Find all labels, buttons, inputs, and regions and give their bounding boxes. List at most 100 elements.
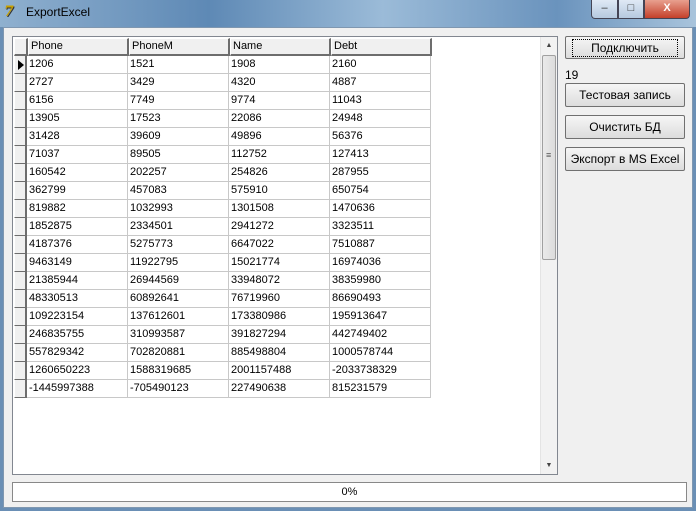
cell-debt[interactable]: 16974036 [330, 254, 431, 272]
table-row[interactable]: 71037 89505 112752 127413 [14, 146, 431, 164]
cell-name[interactable]: 2001157488 [229, 362, 330, 380]
table-row[interactable]: 2727 3429 4320 4887 [14, 74, 431, 92]
row-indicator[interactable] [14, 344, 27, 362]
current-row-indicator-icon[interactable] [14, 56, 27, 74]
cell-debt[interactable]: 2160 [330, 56, 431, 74]
cell-phone[interactable]: -1445997388 [27, 380, 128, 398]
cell-phonem[interactable]: 202257 [128, 164, 229, 182]
table-row[interactable]: 4187376 5275773 6647022 7510887 [14, 236, 431, 254]
table-row[interactable]: 1260650223 1588319685 2001157488 -203373832… [14, 362, 431, 380]
cell-name[interactable]: 76719960 [229, 290, 330, 308]
scroll-up-arrow-icon[interactable]: ▲ [541, 37, 557, 54]
cell-debt[interactable]: 86690493 [330, 290, 431, 308]
cell-phone[interactable]: 21385944 [27, 272, 128, 290]
column-header-phone[interactable]: Phone [28, 38, 129, 56]
vertical-scrollbar[interactable]: ▲ ≡ ▼ [540, 37, 557, 474]
table-row[interactable]: -1445997388 -705490123 227490638 815231579 [14, 380, 431, 398]
cell-debt[interactable]: 4887 [330, 74, 431, 92]
table-row[interactable]: 246835755 310993587 391827294 442749402 [14, 326, 431, 344]
cell-debt[interactable]: 1470636 [330, 200, 431, 218]
cell-phonem[interactable]: 5275773 [128, 236, 229, 254]
cell-phone[interactable]: 31428 [27, 128, 128, 146]
cell-phone[interactable]: 4187376 [27, 236, 128, 254]
cell-name[interactable]: 391827294 [229, 326, 330, 344]
cell-phonem[interactable]: 1032993 [128, 200, 229, 218]
row-indicator[interactable] [14, 290, 27, 308]
row-indicator[interactable] [14, 326, 27, 344]
close-button[interactable]: X [644, 0, 690, 19]
cell-phonem[interactable]: 310993587 [128, 326, 229, 344]
column-header-phonem[interactable]: PhoneM [129, 38, 230, 56]
cell-phone[interactable]: 1260650223 [27, 362, 128, 380]
cell-phone[interactable]: 48330513 [27, 290, 128, 308]
cell-phonem[interactable]: 17523 [128, 110, 229, 128]
table-row[interactable]: 557829342 702820881 885498804 1000578744 [14, 344, 431, 362]
cell-name[interactable]: 9774 [229, 92, 330, 110]
cell-name[interactable]: 575910 [229, 182, 330, 200]
table-row[interactable]: 362799 457083 575910 650754 [14, 182, 431, 200]
cell-phonem[interactable]: 457083 [128, 182, 229, 200]
cell-phone[interactable]: 13905 [27, 110, 128, 128]
cell-name[interactable]: 112752 [229, 146, 330, 164]
test-record-button[interactable]: Тестовая запись [565, 83, 685, 107]
cell-debt[interactable]: 650754 [330, 182, 431, 200]
cell-name[interactable]: 2941272 [229, 218, 330, 236]
cell-phonem[interactable]: 2334501 [128, 218, 229, 236]
table-row[interactable]: 819882 1032993 1301508 1470636 [14, 200, 431, 218]
cell-phonem[interactable]: 60892641 [128, 290, 229, 308]
cell-phone[interactable]: 6156 [27, 92, 128, 110]
row-indicator[interactable] [14, 200, 27, 218]
cell-phonem[interactable]: 1521 [128, 56, 229, 74]
cell-phonem[interactable]: 26944569 [128, 272, 229, 290]
cell-name[interactable]: 173380986 [229, 308, 330, 326]
table-row[interactable]: 160542 202257 254826 287955 [14, 164, 431, 182]
cell-phonem[interactable]: 137612601 [128, 308, 229, 326]
cell-phone[interactable]: 109223154 [27, 308, 128, 326]
cell-debt[interactable]: -2033738329 [330, 362, 431, 380]
cell-debt[interactable]: 287955 [330, 164, 431, 182]
row-indicator[interactable] [14, 164, 27, 182]
cell-phonem[interactable]: 3429 [128, 74, 229, 92]
connect-button[interactable]: Подключить [565, 36, 685, 59]
row-indicator[interactable] [14, 308, 27, 326]
scroll-down-arrow-icon[interactable]: ▼ [541, 457, 557, 474]
cell-phone[interactable]: 2727 [27, 74, 128, 92]
row-indicator[interactable] [14, 218, 27, 236]
cell-name[interactable]: 15021774 [229, 254, 330, 272]
cell-name[interactable]: 33948072 [229, 272, 330, 290]
cell-phone[interactable]: 819882 [27, 200, 128, 218]
title-bar[interactable]: 7 ExportExcel – □ X [0, 0, 696, 27]
maximize-button[interactable]: □ [618, 0, 644, 19]
minimize-button[interactable]: – [591, 0, 618, 19]
cell-phone[interactable]: 362799 [27, 182, 128, 200]
column-header-debt[interactable]: Debt [331, 38, 432, 56]
table-row[interactable]: 6156 7749 9774 11043 [14, 92, 431, 110]
cell-name[interactable]: 885498804 [229, 344, 330, 362]
cell-phone[interactable]: 557829342 [27, 344, 128, 362]
table-row[interactable]: 31428 39609 49896 56376 [14, 128, 431, 146]
cell-debt[interactable]: 127413 [330, 146, 431, 164]
table-row[interactable]: 13905 17523 22086 24948 [14, 110, 431, 128]
row-indicator[interactable] [14, 254, 27, 272]
cell-debt[interactable]: 11043 [330, 92, 431, 110]
row-indicator[interactable] [14, 146, 27, 164]
cell-phonem[interactable]: 702820881 [128, 344, 229, 362]
cell-debt[interactable]: 3323511 [330, 218, 431, 236]
cell-phone[interactable]: 71037 [27, 146, 128, 164]
row-indicator[interactable] [14, 74, 27, 92]
row-indicator[interactable] [14, 182, 27, 200]
row-indicator[interactable] [14, 272, 27, 290]
row-indicator[interactable] [14, 380, 27, 398]
cell-phone[interactable]: 9463149 [27, 254, 128, 272]
data-grid[interactable]: Phone PhoneM Name Debt 1206 1521 1908 2160 2727… [12, 36, 558, 475]
cell-phonem[interactable]: 11922795 [128, 254, 229, 272]
cell-phone[interactable]: 1206 [27, 56, 128, 74]
column-header-name[interactable]: Name [230, 38, 331, 56]
cell-phonem[interactable]: 39609 [128, 128, 229, 146]
cell-phonem[interactable]: 1588319685 [128, 362, 229, 380]
clear-db-button[interactable]: Очистить БД [565, 115, 685, 139]
row-indicator[interactable] [14, 128, 27, 146]
scroll-thumb[interactable]: ≡ [542, 55, 556, 260]
row-indicator[interactable] [14, 110, 27, 128]
table-row[interactable]: 48330513 60892641 76719960 86690493 [14, 290, 431, 308]
